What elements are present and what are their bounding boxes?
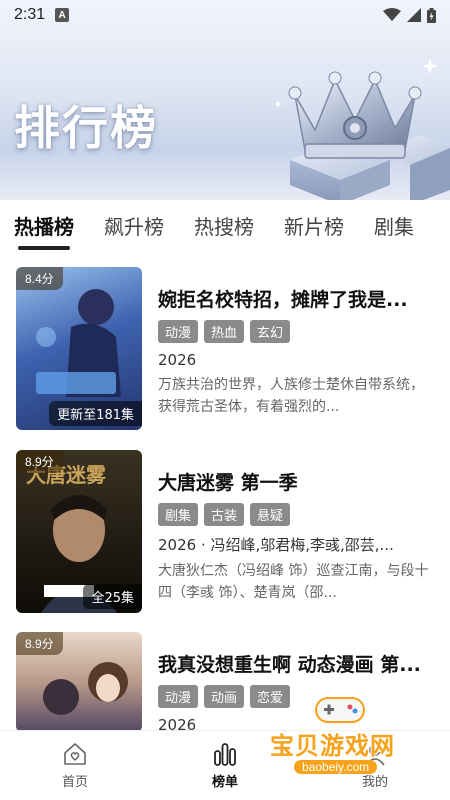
- house-heart-icon: [64, 743, 86, 765]
- list-item[interactable]: 大唐迷雾 8.9分 全25集 大唐迷雾 第一季 剧集 古装 悬疑 2026 · …: [16, 450, 436, 614]
- nav-rankings-label: 榜单: [211, 775, 238, 790]
- bar-chart-icon: [214, 743, 236, 766]
- poster-image[interactable]: 大唐迷雾 8.9分 全25集: [16, 450, 142, 613]
- status-bar: 2:31 A: [0, 0, 450, 30]
- genre-tag: 动漫: [158, 320, 199, 343]
- genre-tag: 玄幻: [250, 320, 291, 343]
- item-title[interactable]: 大唐迷雾 第一季: [158, 468, 436, 495]
- nav-home[interactable]: 首页: [0, 731, 150, 800]
- genre-tag: 古装: [204, 503, 245, 526]
- ranking-banner: 排行榜: [0, 0, 450, 200]
- ranking-tabs: 热播榜 飙升榜 热搜榜 新片榜 剧集: [0, 200, 450, 250]
- signal-icon: [407, 8, 421, 22]
- item-description: 大唐狄仁杰（冯绍峰 饰）巡查江南，与段十四（李彧 饰）、楚青岚（邵...: [158, 563, 429, 601]
- status-time: 2:31: [14, 6, 46, 23]
- watermark-url: baobeiy.com: [294, 760, 378, 774]
- gamepad-icon: [315, 697, 365, 723]
- rating-badge: 8.9分: [16, 450, 63, 473]
- episode-badge: 更新至181集: [49, 401, 142, 426]
- rating-badge: 8.4分: [16, 267, 63, 290]
- wifi-icon: [383, 8, 401, 21]
- item-meta: 2026: [158, 351, 197, 369]
- crown-illustration: [274, 58, 450, 200]
- tag-list: 动漫 热血 玄幻: [158, 320, 436, 343]
- genre-tag: 热血: [204, 320, 245, 343]
- item-meta: 2026 · 冯绍峰,邬君梅,李彧,邵芸,...: [158, 536, 394, 554]
- status-icons: [383, 7, 436, 23]
- tab-hot-search[interactable]: 热搜榜: [194, 211, 254, 240]
- nav-home-label: 首页: [61, 775, 88, 790]
- item-title[interactable]: 我真没想重生啊 动态漫画 第...: [158, 650, 436, 677]
- tab-new-release[interactable]: 新片榜: [284, 211, 344, 240]
- tab-rising[interactable]: 飙升榜: [104, 211, 164, 240]
- site-watermark: 宝贝游戏网 baobeiy.com: [270, 692, 420, 782]
- tag-list: 剧集 古装 悬疑: [158, 503, 436, 526]
- item-description: 万族共治的世界，人族修士楚休自带系统，获得荒古圣体，有着强烈的...: [158, 377, 424, 415]
- tab-series[interactable]: 剧集: [374, 211, 414, 240]
- poster-image[interactable]: 8.4分 更新至181集: [16, 267, 142, 430]
- poster-image[interactable]: 8.9分: [16, 632, 142, 732]
- genre-tag: 剧集: [158, 503, 199, 526]
- rating-badge: 8.9分: [16, 632, 63, 655]
- episode-badge: 全25集: [83, 584, 142, 609]
- list-item[interactable]: 8.4分 更新至181集 婉拒名校特招，摊牌了我是... 动漫 热血 玄幻 20…: [16, 267, 436, 431]
- tab-hot-play[interactable]: 热播榜: [14, 211, 74, 250]
- genre-tag: 悬疑: [250, 503, 291, 526]
- watermark-text: 宝贝游戏网: [270, 732, 395, 760]
- item-title[interactable]: 婉拒名校特招，摊牌了我是...: [158, 285, 436, 312]
- genre-tag: 动画: [204, 685, 245, 708]
- notification-icon: A: [55, 8, 70, 22]
- banner-title: 排行榜: [14, 101, 158, 155]
- genre-tag: 动漫: [158, 685, 199, 708]
- battery-icon: [427, 7, 436, 23]
